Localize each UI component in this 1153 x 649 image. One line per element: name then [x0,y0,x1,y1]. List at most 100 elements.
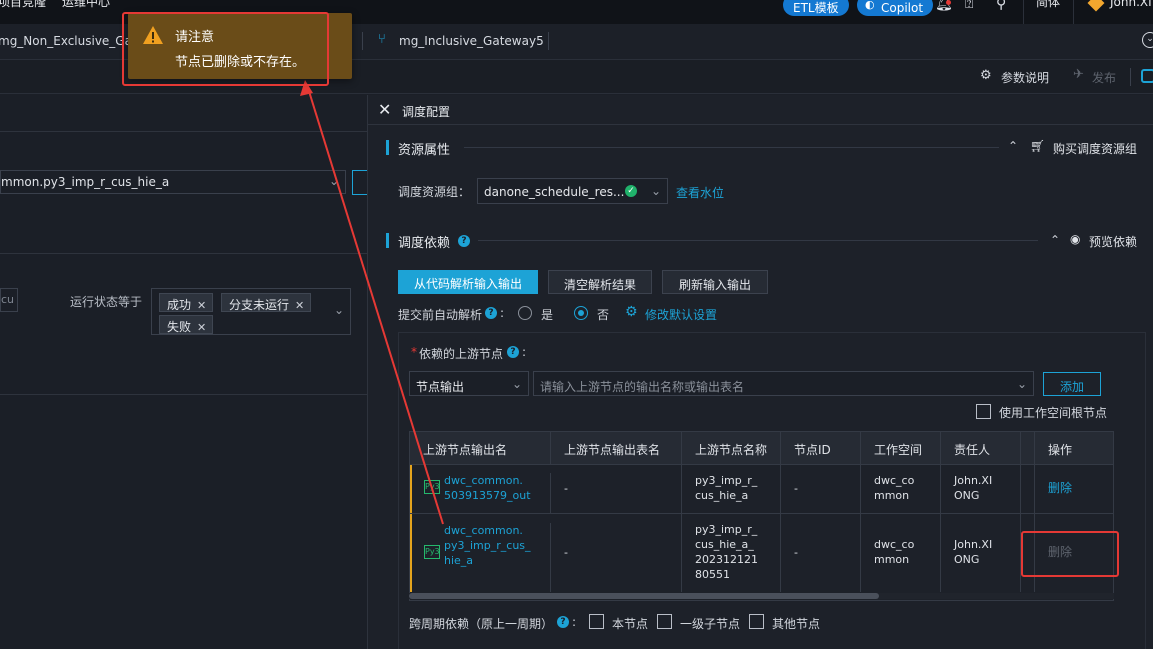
parse-from-code-button[interactable]: 从代码解析输入输出 [398,270,538,294]
section-marker [386,140,389,155]
search-icon[interactable]: ⚲ [996,0,1006,12]
clear-parse-button[interactable]: 清空解析结果 [548,270,652,294]
status-tag-failed: 失败 ✕ [159,315,214,334]
tag-label: 成功 [167,298,192,312]
modify-default-settings-link[interactable]: 修改默认设置 [645,306,717,323]
cell-text: py3_imp_r_ [695,474,758,487]
chevron-down-icon: ⌄ [1016,377,1027,391]
divider [548,32,549,50]
upstream-output-link[interactable]: hie_a [444,553,550,568]
cross-self-checkbox[interactable] [589,614,604,629]
close-icon[interactable]: ✕ [378,100,391,119]
divider [362,32,363,50]
upstream-output-link[interactable]: dwc_common. [444,523,550,538]
column-header: 节点ID [781,432,861,464]
cell-text: ONG [954,489,980,502]
help-icon[interactable]: ⍰ [965,0,973,12]
use-root-checkbox[interactable] [976,404,991,419]
cell-text: dwc_co [874,474,915,487]
publish-button[interactable]: 发布 [1092,69,1116,86]
tag-label: 分支未运行 [229,298,290,312]
help-icon[interactable]: ? [458,235,470,247]
upstream-type-value: 节点输出 [416,380,465,394]
column-header: 上游节点名称 [682,432,781,464]
close-icon[interactable]: ✕ [197,321,206,334]
side-panel-icon[interactable] [1141,69,1153,83]
status-multiselect[interactable]: 成功 ✕ 分支未运行 ✕ 失败 ✕ ⌄ [151,288,351,335]
menu-item-project[interactable]: 项目竞隆 [0,0,46,8]
cross-other-checkbox[interactable] [749,614,764,629]
column-header: 操作 [1035,432,1113,464]
table-cell: - [781,514,861,592]
panel-title: 调度配置 [402,105,451,119]
panel-header: ✕ 调度配置 [368,95,1153,125]
divider [1130,68,1131,86]
radio-no[interactable] [574,306,588,320]
cross-option-label: 其他节点 [772,617,821,631]
upstream-output-link[interactable]: dwc_common. [444,473,550,488]
table-cell-output-name[interactable]: dwc_common. 503913579_out [431,473,551,513]
select-side-button[interactable] [352,170,367,195]
divider [464,147,999,148]
close-icon[interactable]: ✕ [295,299,304,312]
required-marker: * [411,345,417,359]
resource-group-select[interactable]: danone_schedule_res... ✓ ⌄ [477,178,668,204]
row-accent-bar [410,514,412,592]
tag-label: 失败 [167,320,192,334]
divider [1023,0,1024,24]
status-label: 运行状态等于 [70,295,143,309]
node-select[interactable]: mmon.py3_imp_r_cus_hie_a ⌄ [0,170,346,194]
upstream-output-link[interactable]: py3_imp_r_cus_ [444,538,550,553]
table-cell-output-name[interactable]: dwc_common. py3_imp_r_cus_ hie_a [431,523,551,592]
tab-inclusive-gateway5[interactable]: mg_Inclusive_Gateway5 [399,34,544,48]
help-icon[interactable]: ? [557,616,569,628]
etl-template-button[interactable]: ETL模板 [783,0,849,16]
table-horizontal-scrollbar[interactable] [409,593,1114,599]
cell-text: John.XI [954,538,993,551]
help-icon[interactable]: ? [507,346,519,358]
params-description-button[interactable]: 参数说明 [1001,69,1049,86]
delete-link[interactable]: 删除 [1035,465,1113,513]
view-water-level-link[interactable]: 查看水位 [676,184,724,201]
copilot-button[interactable]: ◐ Copilot [857,0,934,16]
cell-text: 202312121 [695,553,758,566]
refresh-io-button[interactable]: 刷新输入输出 [662,270,768,294]
condition-input[interactable]: cu [0,288,18,312]
column-header: 上游节点输出名 [410,432,551,464]
user-name[interactable]: John.XI [1110,0,1152,8]
add-upstream-button[interactable]: 添加 [1043,372,1101,396]
collapse-icon[interactable]: ⌃ [1008,139,1018,153]
cross-child-checkbox[interactable] [657,614,672,629]
cell-text: py3_imp_r_ [695,523,758,536]
upstream-label: 依赖的上游节点 [419,347,504,361]
chevron-down-icon: ⌄ [650,184,661,198]
language-switch[interactable]: 简体 [1036,0,1060,8]
upstream-type-select[interactable]: 节点输出 ⌄ [409,371,529,396]
upstream-search-input[interactable]: 请输入上游节点的输出名称或输出表名 ⌄ [533,371,1034,396]
preview-dependency-link[interactable]: 预览依赖 [1089,233,1137,250]
copilot-icon: ◐ [865,0,875,11]
collapse-icon[interactable]: ⌃ [1050,233,1060,247]
help-icon[interactable]: ? [485,307,497,319]
close-icon[interactable]: ✕ [197,299,206,312]
divider [478,240,1038,241]
scrollbar-thumb[interactable] [409,593,879,599]
cross-cycle-label: 跨周期依赖（原上一周期） [409,617,554,631]
eye-icon: ◉ [1070,232,1081,246]
menu-item-ops-center[interactable]: 运维中心 [62,0,110,8]
notification-dot [946,0,951,5]
radio-yes[interactable] [518,306,532,320]
annotation-box-toast [122,12,329,86]
upstream-output-link[interactable]: 503913579_out [444,488,550,503]
cell-text: mmon [874,489,910,502]
publish-icon: ✈ [1073,67,1084,82]
resource-group-label: 调度资源组： [398,185,471,199]
tab-overflow-icon[interactable]: ⌄ [1142,32,1153,48]
table-cell: - [781,465,861,513]
cross-option-label: 本节点 [612,617,649,631]
cell-text: dwc_co [874,538,915,551]
table-cell-workspace: dwc_co mmon [861,514,941,592]
buy-resource-group-link[interactable]: 购买调度资源组 [1053,140,1137,157]
annotation-box-delete [1021,531,1119,577]
cell-text: cus_hie_a [695,489,749,502]
